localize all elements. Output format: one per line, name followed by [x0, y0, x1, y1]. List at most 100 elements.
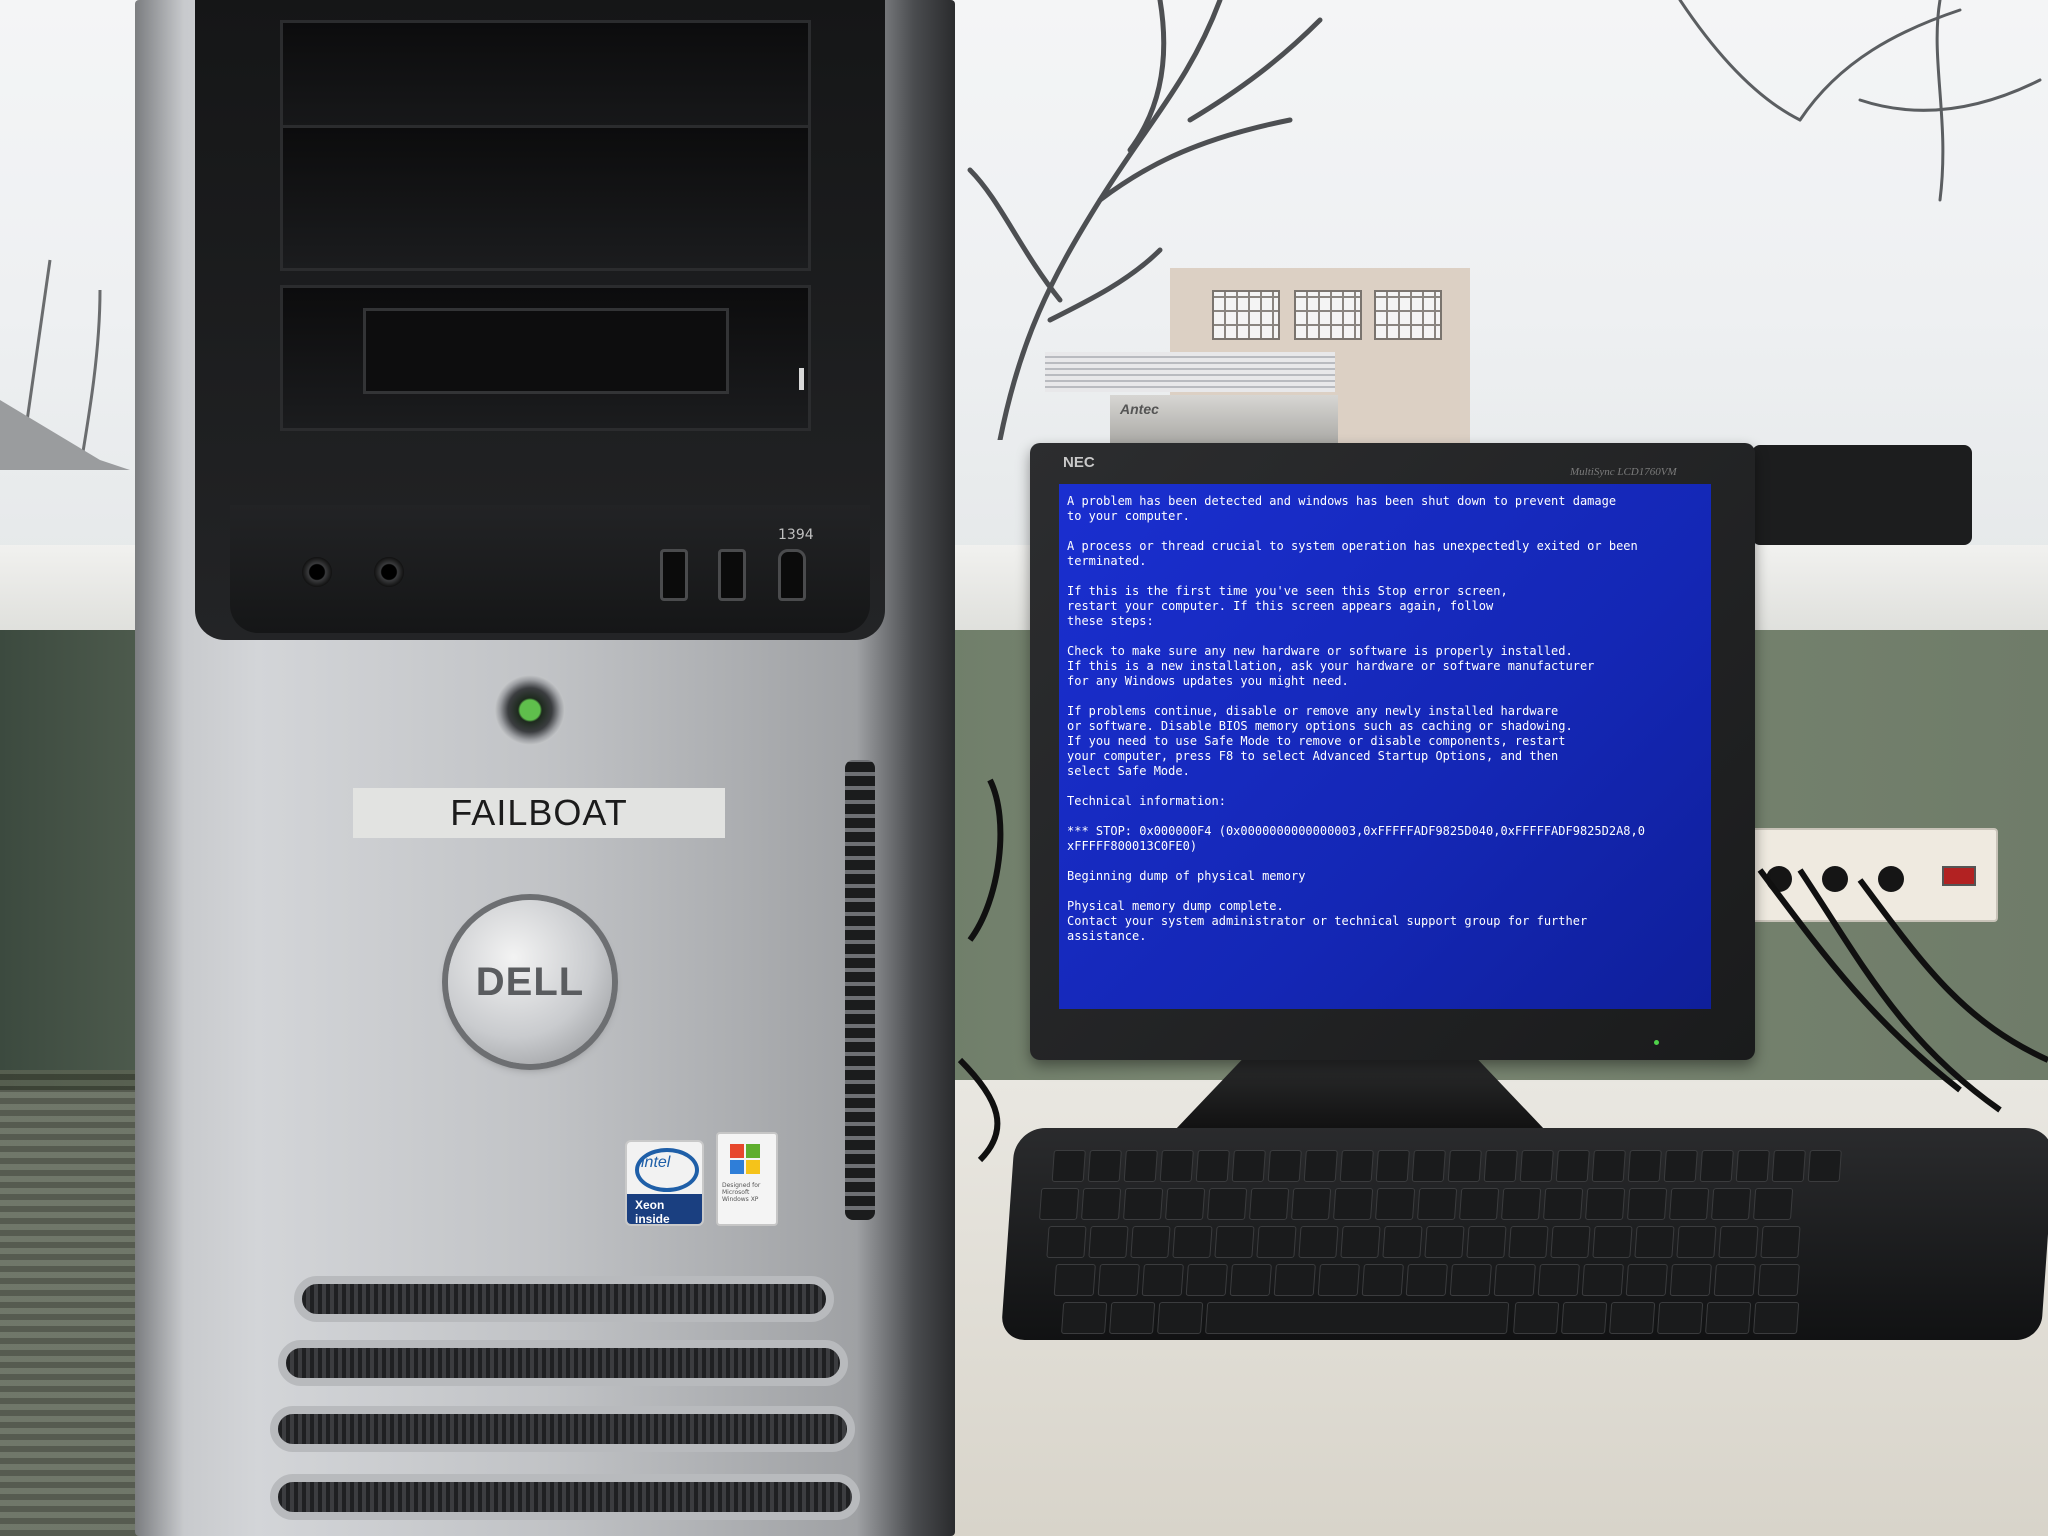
- keyboard-key[interactable]: [1205, 1302, 1510, 1334]
- keyboard-key[interactable]: [1248, 1188, 1290, 1220]
- keyboard-key[interactable]: [1561, 1302, 1608, 1334]
- keyboard-key[interactable]: [1088, 1226, 1129, 1258]
- keyboard-key[interactable]: [1231, 1150, 1266, 1182]
- keyboard-key[interactable]: [1625, 1264, 1668, 1296]
- keyboard-key[interactable]: [1229, 1264, 1272, 1296]
- headphone-port[interactable]: [374, 557, 404, 587]
- keyboard-key[interactable]: [1458, 1188, 1500, 1220]
- keyboard-key[interactable]: [1051, 1150, 1086, 1182]
- keyboard-key[interactable]: [1807, 1150, 1842, 1182]
- keyboard-key[interactable]: [1753, 1302, 1800, 1334]
- keyboard-key[interactable]: [1157, 1302, 1204, 1334]
- keyboard-key[interactable]: [1053, 1264, 1096, 1296]
- optical-drive-bay[interactable]: [280, 285, 811, 431]
- keyboard-key[interactable]: [1317, 1264, 1360, 1296]
- keyboard-key[interactable]: [1046, 1226, 1087, 1258]
- keyboard-key[interactable]: [1513, 1302, 1560, 1334]
- keyboard-key[interactable]: [1555, 1150, 1590, 1182]
- keyboard-key[interactable]: [1298, 1226, 1339, 1258]
- keyboard-key[interactable]: [1416, 1188, 1458, 1220]
- keyboard-key[interactable]: [1676, 1226, 1717, 1258]
- keyboard-key[interactable]: [1375, 1150, 1410, 1182]
- keyboard-key[interactable]: [1303, 1150, 1338, 1182]
- keyboard-key[interactable]: [1374, 1188, 1416, 1220]
- bsod-paragraph: If problems continue, disable or remove …: [1067, 704, 1573, 778]
- bsod-paragraph: A process or thread crucial to system op…: [1067, 539, 1638, 568]
- keyboard-key[interactable]: [1424, 1226, 1465, 1258]
- firewire-label: 1394: [778, 527, 814, 543]
- keyboard-key[interactable]: [1109, 1302, 1156, 1334]
- keyboard-key[interactable]: [1332, 1188, 1374, 1220]
- keyboard-key[interactable]: [1185, 1264, 1228, 1296]
- keyboard-key[interactable]: [1668, 1188, 1710, 1220]
- dell-logo-text: DELL: [475, 959, 585, 1004]
- keyboard[interactable]: [1000, 1128, 2048, 1340]
- keyboard-key[interactable]: [1634, 1226, 1675, 1258]
- keyboard-key[interactable]: [1537, 1264, 1580, 1296]
- keyboard-key[interactable]: [1061, 1302, 1108, 1334]
- keyboard-key[interactable]: [1584, 1188, 1626, 1220]
- usb-port-2[interactable]: [718, 549, 746, 601]
- keyboard-key[interactable]: [1130, 1226, 1171, 1258]
- keyboard-key[interactable]: [1735, 1150, 1770, 1182]
- bsod-paragraph: A problem has been detected and windows …: [1067, 494, 1617, 523]
- keyboard-key[interactable]: [1493, 1264, 1536, 1296]
- keyboard-key[interactable]: [1713, 1264, 1756, 1296]
- keyboard-key[interactable]: [1752, 1188, 1794, 1220]
- keyboard-key[interactable]: [1508, 1226, 1549, 1258]
- keyboard-key[interactable]: [1592, 1226, 1633, 1258]
- usb-port-1[interactable]: [660, 549, 688, 601]
- keyboard-key[interactable]: [1038, 1188, 1080, 1220]
- keyboard-key[interactable]: [1609, 1302, 1656, 1334]
- keyboard-key[interactable]: [1718, 1226, 1759, 1258]
- keyboard-key[interactable]: [1466, 1226, 1507, 1258]
- keyboard-key[interactable]: [1273, 1264, 1316, 1296]
- keyboard-key[interactable]: [1663, 1150, 1698, 1182]
- keyboard-key[interactable]: [1771, 1150, 1806, 1182]
- keyboard-key[interactable]: [1669, 1264, 1712, 1296]
- keyboard-key[interactable]: [1206, 1188, 1248, 1220]
- firewire-port[interactable]: [778, 549, 806, 601]
- keyboard-key[interactable]: [1699, 1150, 1734, 1182]
- keyboard-key[interactable]: [1122, 1188, 1164, 1220]
- keyboard-key[interactable]: [1542, 1188, 1584, 1220]
- keyboard-key[interactable]: [1483, 1150, 1518, 1182]
- keyboard-key[interactable]: [1172, 1226, 1213, 1258]
- keyboard-key[interactable]: [1290, 1188, 1332, 1220]
- keyboard-key[interactable]: [1581, 1264, 1624, 1296]
- keyboard-key[interactable]: [1361, 1264, 1404, 1296]
- keyboard-key[interactable]: [1382, 1226, 1423, 1258]
- keyboard-key[interactable]: [1705, 1302, 1752, 1334]
- keyboard-key[interactable]: [1087, 1150, 1122, 1182]
- bsod-paragraph: Technical information:: [1067, 794, 1226, 808]
- keyboard-key[interactable]: [1097, 1264, 1140, 1296]
- keyboard-key[interactable]: [1339, 1150, 1374, 1182]
- keyboard-key[interactable]: [1760, 1226, 1801, 1258]
- keyboard-key[interactable]: [1626, 1188, 1668, 1220]
- keyboard-key[interactable]: [1447, 1150, 1482, 1182]
- keyboard-key[interactable]: [1340, 1226, 1381, 1258]
- keyboard-key[interactable]: [1080, 1188, 1122, 1220]
- keyboard-key[interactable]: [1256, 1226, 1297, 1258]
- keyboard-key[interactable]: [1159, 1150, 1194, 1182]
- intel-xeon-text: Xeon inside: [627, 1194, 702, 1226]
- power-button[interactable]: [495, 675, 565, 745]
- keyboard-key[interactable]: [1141, 1264, 1184, 1296]
- keyboard-key[interactable]: [1657, 1302, 1704, 1334]
- keyboard-key[interactable]: [1164, 1188, 1206, 1220]
- keyboard-key[interactable]: [1550, 1226, 1591, 1258]
- keyboard-key[interactable]: [1195, 1150, 1230, 1182]
- keyboard-key[interactable]: [1267, 1150, 1302, 1182]
- keyboard-key[interactable]: [1405, 1264, 1448, 1296]
- keyboard-key[interactable]: [1519, 1150, 1554, 1182]
- keyboard-key[interactable]: [1757, 1264, 1800, 1296]
- keyboard-key[interactable]: [1449, 1264, 1492, 1296]
- keyboard-key[interactable]: [1123, 1150, 1158, 1182]
- keyboard-key[interactable]: [1214, 1226, 1255, 1258]
- mic-port[interactable]: [302, 557, 332, 587]
- keyboard-key[interactable]: [1411, 1150, 1446, 1182]
- keyboard-key[interactable]: [1710, 1188, 1752, 1220]
- keyboard-key[interactable]: [1500, 1188, 1542, 1220]
- keyboard-key[interactable]: [1627, 1150, 1662, 1182]
- keyboard-key[interactable]: [1591, 1150, 1626, 1182]
